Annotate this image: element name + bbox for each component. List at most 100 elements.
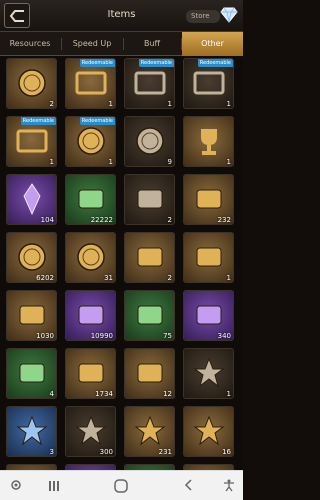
data-chip-icon	[137, 305, 163, 325]
item-quantity: 1	[108, 100, 113, 108]
item-quantity: 1734	[95, 390, 113, 398]
home-icon[interactable]	[113, 478, 129, 494]
top-bar: Items Store	[0, 0, 243, 32]
profile-frame-purple-icon	[75, 71, 107, 95]
profile-frame-blue-icon	[134, 71, 166, 95]
item-slot[interactable]: 16	[183, 406, 234, 457]
item-quantity: 1	[226, 158, 231, 166]
item-slot[interactable]: 1	[183, 348, 234, 399]
item-slot[interactable]: 2	[6, 58, 57, 109]
treasure-chest-icon	[137, 189, 163, 209]
item-slot[interactable]: 300	[65, 406, 116, 457]
item-quantity: 2	[167, 274, 172, 282]
item-slot[interactable]: 22222	[65, 174, 116, 225]
item-slot[interactable]: 1030	[6, 290, 57, 341]
item-slot[interactable]: 10990	[65, 290, 116, 341]
store-button[interactable]: Store	[186, 10, 220, 23]
silver-star-badge-icon	[75, 415, 107, 446]
profile-frame-silver-icon	[193, 71, 225, 95]
item-slot[interactable]: Redeemable 1	[65, 116, 116, 167]
battery-icon	[196, 305, 222, 325]
item-quantity: 6202	[36, 274, 54, 282]
crystal-orb-icon	[77, 127, 105, 155]
item-quantity: 31	[104, 274, 113, 282]
tab-buff[interactable]: Buff	[124, 32, 180, 56]
category-tabs: Resources Speed Up Buff Other	[0, 32, 243, 56]
mech-blueprint-blue-icon	[196, 247, 222, 267]
system-nav-bar	[0, 470, 243, 500]
mech-eye-icon	[78, 363, 104, 383]
item-quantity: 16	[222, 448, 231, 456]
gold-medallion-icon	[18, 243, 46, 271]
soccer-ball-icon	[136, 127, 164, 155]
item-grid: 2 Redeemable 1 Redeemable 1 Redeemable 1 Redeem…	[0, 56, 243, 470]
elite-star-badge-icon	[193, 415, 225, 446]
item-slot[interactable]: 1734	[65, 348, 116, 399]
mech-blueprint-icon	[137, 247, 163, 267]
item-slot[interactable]: 31	[65, 232, 116, 283]
item-quantity: 231	[158, 448, 172, 456]
item-slot[interactable]: 6202	[6, 232, 57, 283]
gold-trophy-icon	[201, 129, 217, 155]
gear-icon[interactable]	[10, 479, 22, 491]
item-quantity: 1030	[36, 332, 54, 340]
accessibility-icon[interactable]	[222, 478, 236, 492]
item-quantity: 340	[217, 332, 231, 340]
item-slot[interactable]: 2	[124, 232, 175, 283]
diamond-icon[interactable]	[220, 6, 238, 24]
item-slot[interactable]: 75	[124, 290, 175, 341]
item-quantity: 1	[226, 274, 231, 282]
bronze-star-medal-icon	[193, 357, 225, 388]
back-nav-icon[interactable]	[183, 479, 195, 491]
item-slot[interactable]: 2	[124, 174, 175, 225]
blueprint-book-icon	[196, 189, 222, 209]
gold-coin-icon	[77, 243, 105, 271]
item-slot[interactable]: Redeemable 1	[183, 58, 234, 109]
item-quantity: 10990	[90, 332, 113, 340]
item-quantity: 232	[217, 216, 231, 224]
item-quantity: 9	[167, 158, 172, 166]
redeemable-badge: Redeemable	[79, 117, 115, 125]
relocation-kit-icon	[137, 363, 163, 383]
item-slot[interactable]: 12	[124, 348, 175, 399]
tab-speed-up[interactable]: Speed Up	[62, 32, 122, 56]
item-quantity: 3	[49, 448, 54, 456]
redeemable-badge: Redeemable	[20, 117, 56, 125]
item-slot[interactable]: 1	[183, 116, 234, 167]
item-quantity: 2	[167, 216, 172, 224]
item-slot[interactable]: 340	[183, 290, 234, 341]
profile-frame-gold-icon	[16, 129, 48, 153]
item-slot[interactable]: Redeemable 1	[65, 58, 116, 109]
item-quantity: 300	[99, 448, 113, 456]
redeemable-badge: Redeemable	[79, 59, 115, 67]
item-slot[interactable]: Redeemable 1	[124, 58, 175, 109]
gold-star-badge-icon	[134, 415, 166, 446]
redeemable-badge: Redeemable	[197, 59, 233, 67]
tab-other[interactable]: Other	[182, 32, 243, 56]
item-slot[interactable]: 231	[124, 406, 175, 457]
recent-apps-icon[interactable]	[48, 480, 60, 492]
item-slot[interactable]: 1	[183, 232, 234, 283]
item-slot[interactable]: 104	[6, 174, 57, 225]
circuit-board-icon	[19, 363, 45, 383]
item-quantity: 1	[226, 390, 231, 398]
item-slot[interactable]: 9	[124, 116, 175, 167]
item-quantity: 2	[49, 100, 54, 108]
item-quantity: 4	[49, 390, 54, 398]
tab-resources[interactable]: Resources	[0, 32, 60, 56]
redeemable-badge: Redeemable	[138, 59, 174, 67]
item-quantity: 1	[108, 158, 113, 166]
green-device-icon	[78, 189, 104, 209]
item-quantity: 22222	[90, 216, 113, 224]
item-quantity: 75	[163, 332, 172, 340]
item-slot[interactable]: 232	[183, 174, 234, 225]
green-coin-icon	[18, 69, 46, 97]
item-quantity: 1	[226, 100, 231, 108]
item-quantity: 12	[163, 390, 172, 398]
item-slot[interactable]: 4	[6, 348, 57, 399]
item-quantity: 1	[49, 158, 54, 166]
item-slot[interactable]: 3	[6, 406, 57, 457]
item-slot[interactable]: Redeemable 1	[6, 116, 57, 167]
item-quantity: 104	[40, 216, 54, 224]
bronze-star-badge-icon	[16, 415, 48, 446]
